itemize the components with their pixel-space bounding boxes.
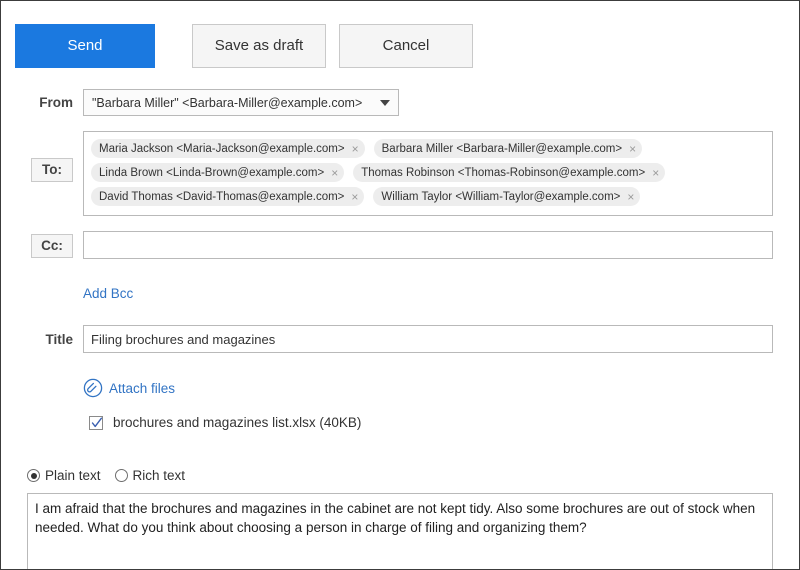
remove-recipient-icon[interactable]: × xyxy=(351,191,358,203)
paperclip-icon xyxy=(83,378,103,398)
attachment-checkbox[interactable] xyxy=(89,415,103,430)
to-label-wrap: To: xyxy=(1,131,73,182)
recipient-chip-label: David Thomas <David-Thomas@example.com> xyxy=(99,190,345,203)
remove-recipient-icon[interactable]: × xyxy=(652,167,659,179)
message-body-textarea[interactable] xyxy=(28,494,772,569)
from-label: From xyxy=(39,95,73,110)
radio-rich-text-indicator[interactable] xyxy=(114,469,128,482)
recipient-chip-label: William Taylor <William-Taylor@example.c… xyxy=(381,190,621,203)
recipient-chip-label: Barbara Miller <Barbara-Miller@example.c… xyxy=(381,142,623,155)
save-as-draft-button[interactable]: Save as draft xyxy=(192,24,326,68)
cc-label-wrap: Cc: xyxy=(1,231,73,258)
radio-plain-text-indicator[interactable] xyxy=(27,469,40,482)
compose-form: Send Save as draft Cancel From "Barbara … xyxy=(1,1,799,569)
chevron-down-icon xyxy=(380,99,390,106)
cc-row: Cc: xyxy=(1,231,799,259)
remove-recipient-icon[interactable]: × xyxy=(352,143,359,155)
to-recipients-field[interactable]: Maria Jackson <Maria-Jackson@example.com… xyxy=(83,131,773,216)
to-row: To: Maria Jackson <Maria-Jackson@example… xyxy=(1,131,799,216)
send-button[interactable]: Send xyxy=(15,24,155,68)
remove-recipient-icon[interactable]: × xyxy=(331,167,338,179)
remove-recipient-icon[interactable]: × xyxy=(629,143,636,155)
remove-recipient-icon[interactable]: × xyxy=(627,191,634,203)
cc-recipients-field[interactable] xyxy=(83,231,773,259)
to-label-button[interactable]: To: xyxy=(31,158,73,182)
from-address-value: "Barbara Miller" <Barbara-Miller@example… xyxy=(92,95,363,110)
recipient-chip-label: Thomas Robinson <Thomas-Robinson@example… xyxy=(361,166,646,179)
attachment-filename: brochures and magazines list.xlsx (40KB) xyxy=(113,415,362,430)
radio-plain-text[interactable]: Plain text xyxy=(27,468,101,483)
attach-files-label: Attach files xyxy=(109,380,176,396)
cancel-button[interactable]: Cancel xyxy=(339,24,473,68)
title-input[interactable] xyxy=(83,325,773,353)
attachment-item: brochures and magazines list.xlsx (40KB) xyxy=(89,415,361,430)
recipient-chip[interactable]: Barbara Miller <Barbara-Miller@example.c… xyxy=(373,139,643,158)
title-label: Title xyxy=(45,332,73,347)
recipient-chip[interactable]: Thomas Robinson <Thomas-Robinson@example… xyxy=(353,163,666,182)
radio-rich-text[interactable]: Rich text xyxy=(114,468,186,483)
add-bcc-row: Add Bcc xyxy=(83,286,133,301)
recipient-chip[interactable]: William Taylor <William-Taylor@example.c… xyxy=(373,187,641,206)
recipient-chip[interactable]: David Thomas <David-Thomas@example.com> … xyxy=(91,187,365,206)
from-address-select[interactable]: "Barbara Miller" <Barbara-Miller@example… xyxy=(83,89,399,116)
recipient-chip-label: Linda Brown <Linda-Brown@example.com> xyxy=(99,166,325,179)
to-chip-list: Maria Jackson <Maria-Jackson@example.com… xyxy=(88,137,768,209)
body-format-radio-group: Plain text Rich text xyxy=(27,468,185,483)
attach-files-button[interactable]: Attach files xyxy=(83,378,175,398)
action-toolbar: Send Save as draft Cancel xyxy=(15,24,473,68)
message-body-wrapper xyxy=(27,493,773,569)
cc-label-button[interactable]: Cc: xyxy=(31,234,73,258)
recipient-chip[interactable]: Linda Brown <Linda-Brown@example.com> × xyxy=(91,163,345,182)
recipient-chip-label: Maria Jackson <Maria-Jackson@example.com… xyxy=(99,142,345,155)
add-bcc-link[interactable]: Add Bcc xyxy=(83,286,133,301)
compose-mail-window: Send Save as draft Cancel From "Barbara … xyxy=(0,0,800,570)
radio-plain-text-label: Plain text xyxy=(45,468,101,483)
recipient-chip[interactable]: Maria Jackson <Maria-Jackson@example.com… xyxy=(91,139,365,158)
radio-rich-text-label: Rich text xyxy=(132,468,186,483)
from-row: From "Barbara Miller" <Barbara-Miller@ex… xyxy=(1,89,799,116)
title-row: Title xyxy=(1,325,799,353)
